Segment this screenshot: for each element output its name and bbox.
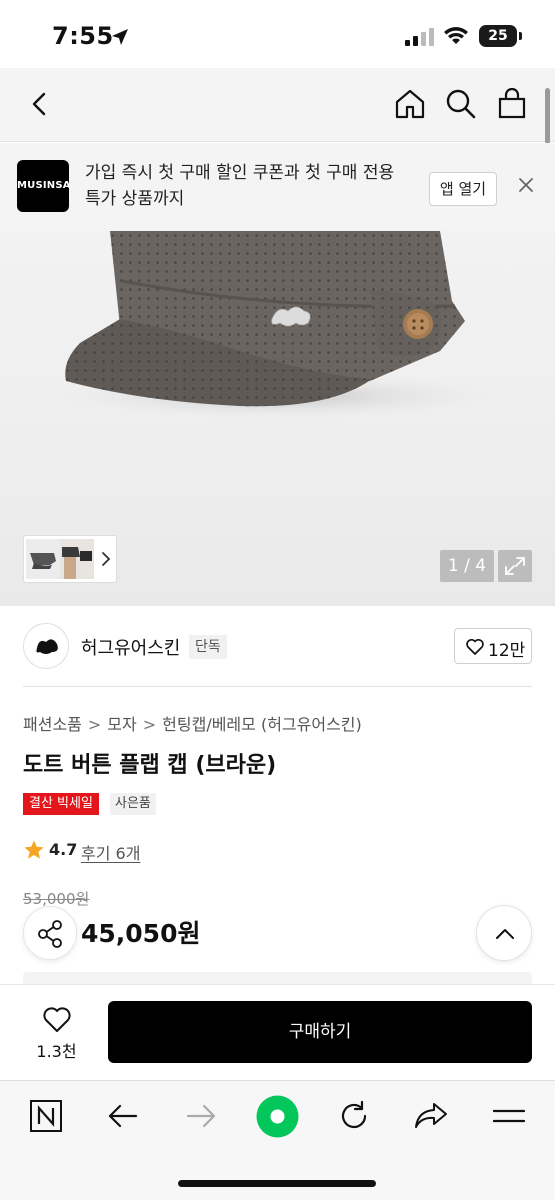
status-time: 7:55: [52, 22, 114, 50]
review-link[interactable]: 후기 6개: [81, 840, 140, 864]
sale-price: 45,050원: [81, 919, 201, 948]
open-app-button[interactable]: 앱 열기: [429, 172, 497, 206]
wishlist-heart-icon[interactable]: [41, 1004, 73, 1034]
scroll-to-top-button[interactable]: [476, 905, 532, 961]
star-icon: [24, 840, 44, 859]
back-arrow-icon[interactable]: [106, 1100, 140, 1132]
thumbnail-cap[interactable]: [26, 539, 60, 579]
scrollbar[interactable]: [545, 88, 550, 144]
status-bar: 7:55 25: [0, 0, 555, 68]
breadcrumb-separator: >: [142, 715, 157, 734]
breadcrumb-separator: >: [87, 715, 102, 734]
share-icon: [38, 920, 62, 948]
app-install-banner: MUSINSA 가입 즉시 첫 구매 할인 쿠폰과 첫 구매 전용 특가 상품까…: [0, 143, 555, 231]
musinsa-logo: MUSINSA: [17, 160, 71, 212]
rating-value: 4.7: [49, 840, 78, 859]
expand-button[interactable]: [498, 550, 532, 582]
exclusive-tag: 단독: [189, 635, 227, 659]
banner-message: 가입 즉시 첫 구매 할인 쿠폰과 첫 구매 전용 특가 상품까지: [85, 163, 395, 209]
wishlist-count: 1.3천: [36, 1042, 77, 1061]
breadcrumb-item[interactable]: 헌팅캡/베레모 (허그유어스킨): [162, 715, 362, 734]
close-icon[interactable]: [516, 175, 536, 195]
naver-n-icon[interactable]: [29, 1099, 63, 1133]
cart-bag-icon[interactable]: [494, 86, 530, 122]
chevron-right-icon[interactable]: [99, 550, 113, 568]
sale-badge: 결산 빅세일: [23, 793, 99, 815]
battery-indicator: 25: [479, 25, 517, 47]
breadcrumb-item[interactable]: 패션소품: [23, 715, 82, 734]
heart-icon: [466, 638, 484, 655]
brand-like-count: 12만: [488, 641, 526, 661]
back-icon[interactable]: [22, 86, 58, 122]
image-counter: 1 / 4: [440, 550, 494, 582]
share-button[interactable]: [23, 906, 77, 960]
breadcrumb-item[interactable]: 모자: [107, 715, 136, 734]
brand-like-button[interactable]: 12만: [454, 628, 532, 664]
forward-arrow-icon[interactable]: [184, 1100, 218, 1132]
option-box: [23, 972, 532, 984]
menu-icon[interactable]: [492, 1102, 526, 1130]
divider: [23, 686, 532, 687]
thumbnail-model[interactable]: [60, 539, 94, 579]
buy-button[interactable]: 구매하기: [108, 1001, 532, 1063]
home-icon[interactable]: [392, 86, 428, 122]
search-icon[interactable]: [443, 86, 479, 122]
reload-icon[interactable]: [337, 1099, 371, 1133]
product-title: 도트 버튼 플랩 캡 (브라운): [23, 753, 277, 778]
green-home-icon[interactable]: [256, 1095, 299, 1138]
cellular-signal-icon: [405, 28, 434, 46]
brand-logo[interactable]: [23, 623, 69, 669]
brand-name[interactable]: 허그유어스킨: [81, 634, 180, 660]
gift-badge: 사은품: [110, 793, 156, 815]
location-arrow-icon: [112, 29, 128, 45]
page-header: [0, 68, 555, 142]
breadcrumb: 패션소품 > 모자 > 헌팅캡/베레모 (허그유어스킨): [23, 711, 362, 735]
home-indicator: [178, 1180, 376, 1187]
share-arrow-icon[interactable]: [413, 1100, 449, 1132]
chevron-up-icon: [496, 929, 514, 939]
expand-icon: [505, 557, 525, 575]
battery-tip: [519, 32, 522, 40]
wifi-icon: [444, 27, 468, 44]
